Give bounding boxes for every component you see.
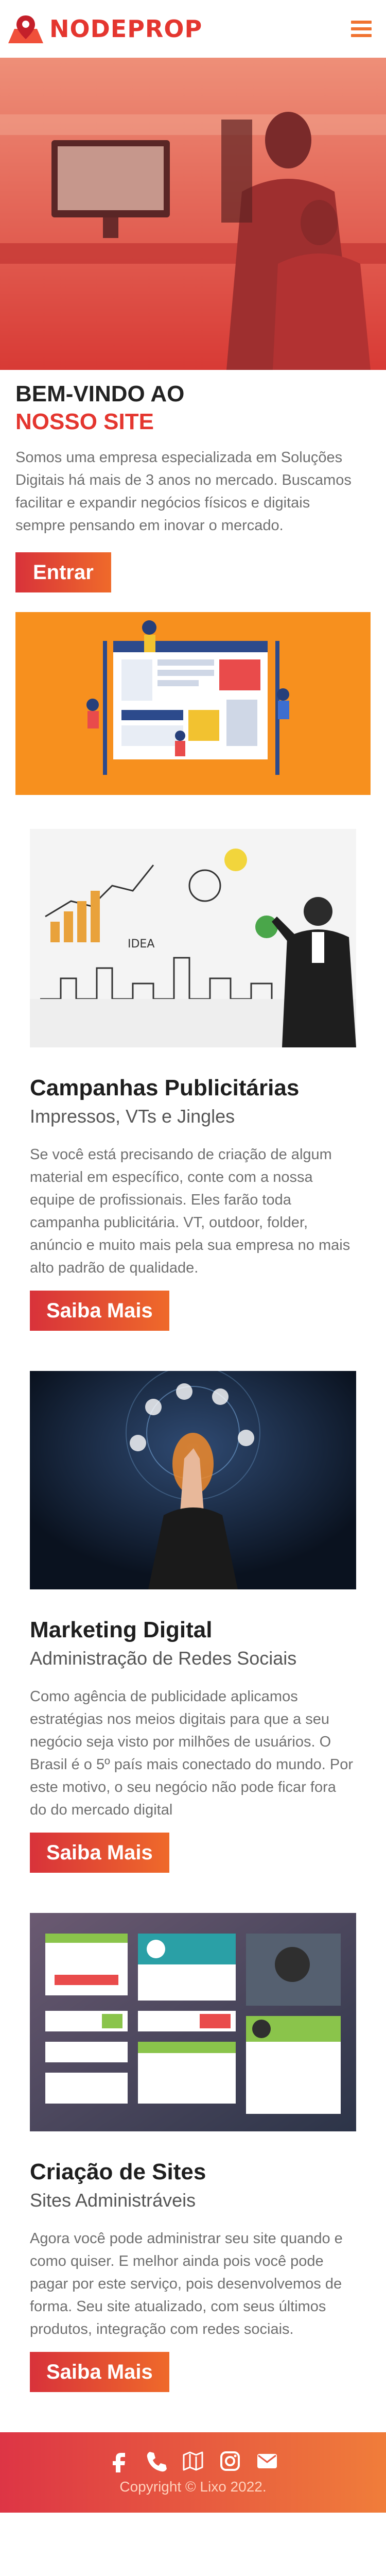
service-card: IDEA Campanhas Publicitárias Impressos, … <box>0 829 386 1331</box>
facebook-icon[interactable] <box>108 2450 130 2472</box>
social-links <box>108 2450 278 2472</box>
service-title: Criação de Sites <box>30 2159 206 2184</box>
intro-title-accent: NOSSO SITE <box>15 409 154 434</box>
learn-more-button[interactable]: Saiba Mais <box>30 1291 169 1331</box>
learn-more-button[interactable]: Saiba Mais <box>30 1833 169 1873</box>
hero-image <box>0 58 386 370</box>
hamburger-menu-icon[interactable] <box>351 21 372 37</box>
service-title: Marketing Digital <box>30 1617 213 1642</box>
service-text: Agora você pode administrar seu site qua… <box>30 2230 343 2337</box>
learn-more-button[interactable]: Saiba Mais <box>30 2352 169 2392</box>
site-header: NODEPROP <box>0 0 386 58</box>
service-subtitle: Sites Administráveis <box>30 2190 196 2211</box>
svg-text:IDEA: IDEA <box>128 938 154 951</box>
logo[interactable]: NODEPROP <box>6 14 202 43</box>
service-text: Se você está precisando de criação de al… <box>30 1146 350 1276</box>
service-text: Como agência de publicidade aplicamos es… <box>30 1688 353 1818</box>
email-icon[interactable] <box>256 2450 278 2472</box>
intro-text: Somos uma empresa especializada em Soluç… <box>15 449 352 534</box>
copyright-text: Copyright © Lixo 2022. <box>119 2479 267 2495</box>
instagram-icon[interactable] <box>219 2450 241 2472</box>
service-image-digital-touch <box>30 1371 356 1589</box>
page-title: BEM-VINDO AO NOSSO SITE <box>15 380 371 436</box>
service-subtitle: Impressos, VTs e Jingles <box>30 1106 235 1127</box>
map-icon[interactable] <box>182 2450 204 2472</box>
enter-button[interactable]: Entrar <box>15 552 111 592</box>
phone-icon[interactable] <box>145 2450 167 2472</box>
service-title: Campanhas Publicitárias <box>30 1075 300 1100</box>
intro-section: BEM-VINDO AO NOSSO SITE Somos uma empres… <box>0 370 386 592</box>
service-card: Marketing Digital Administração de Redes… <box>0 1371 386 1873</box>
service-image-marketing-sketch: IDEA <box>30 829 356 1047</box>
map-pin-icon <box>6 14 45 43</box>
service-subtitle: Administração de Redes Sociais <box>30 1648 297 1669</box>
logo-text: NODEPROP <box>49 15 203 43</box>
service-image-ui-kit <box>30 1913 356 2131</box>
service-card: Criação de Sites Sites Administráveis Ag… <box>0 1913 386 2392</box>
web-design-illustration <box>15 612 371 795</box>
intro-title: BEM-VINDO AO <box>15 381 185 406</box>
site-footer: Copyright © Lixo 2022. <box>0 2432 386 2513</box>
